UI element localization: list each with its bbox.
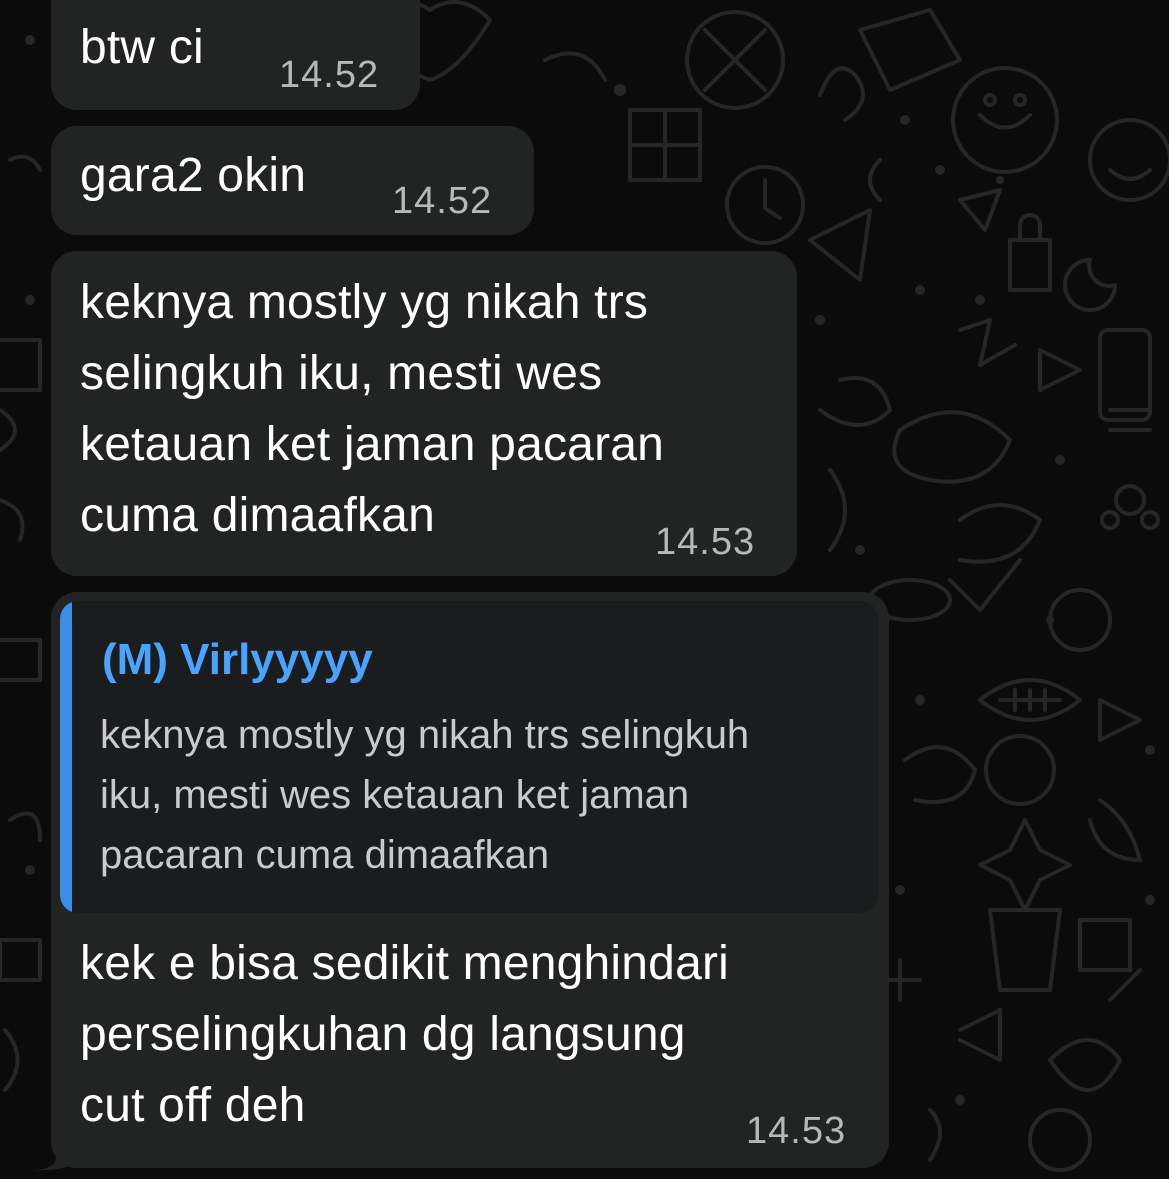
quoted-author: (M) Virlyyyyy [102, 635, 373, 684]
message-line: keknya mostly yg nikah trs [80, 276, 649, 329]
message-bubble[interactable]: btw ci 14.52 [51, 0, 420, 110]
quoted-line: keknya mostly yg nikah trs selingkuh [100, 713, 750, 757]
message-bubble[interactable]: gara2 okin 14.52 [51, 126, 534, 235]
message-line: cut off deh [80, 1079, 306, 1132]
quoted-line: iku, mesti wes ketauan ket jaman [100, 773, 690, 817]
quoted-line: pacaran cuma dimaafkan [100, 833, 550, 877]
message-timestamp: 14.53 [655, 521, 756, 563]
message-bubble[interactable]: keknya mostly yg nikah trs selingkuh iku… [51, 251, 797, 576]
message-timestamp: 14.52 [279, 54, 380, 96]
message-text: gara2 okin [80, 149, 307, 202]
message-line: kek e bisa sedikit menghindari [80, 937, 730, 990]
message-line: selingkuh iku, mesti wes [80, 347, 603, 400]
message-timestamp: 14.52 [392, 180, 493, 222]
message-text: keknya mostly yg nikah trs selingkuh iku… [80, 267, 664, 551]
reply-message-bubble[interactable]: (M) Virlyyyyy keknya mostly yg nikah trs… [51, 592, 889, 1168]
message-text: kek e bisa sedikit menghindari perseling… [80, 928, 729, 1141]
quoted-message[interactable]: (M) Virlyyyyy keknya mostly yg nikah trs… [60, 601, 878, 913]
message-line: cuma dimaafkan [80, 489, 435, 542]
quote-accent-bar [60, 601, 72, 913]
message-list[interactable]: btw ci 14.52 gara2 okin 14.52 keknya mos… [0, 0, 1169, 1179]
message-text: btw ci [80, 21, 204, 74]
message-line: ketauan ket jaman pacaran [80, 418, 665, 471]
message-line: perselingkuhan dg langsung [80, 1008, 686, 1061]
quoted-text: keknya mostly yg nikah trs selingkuh iku… [100, 705, 749, 885]
message-timestamp: 14.53 [746, 1110, 847, 1152]
